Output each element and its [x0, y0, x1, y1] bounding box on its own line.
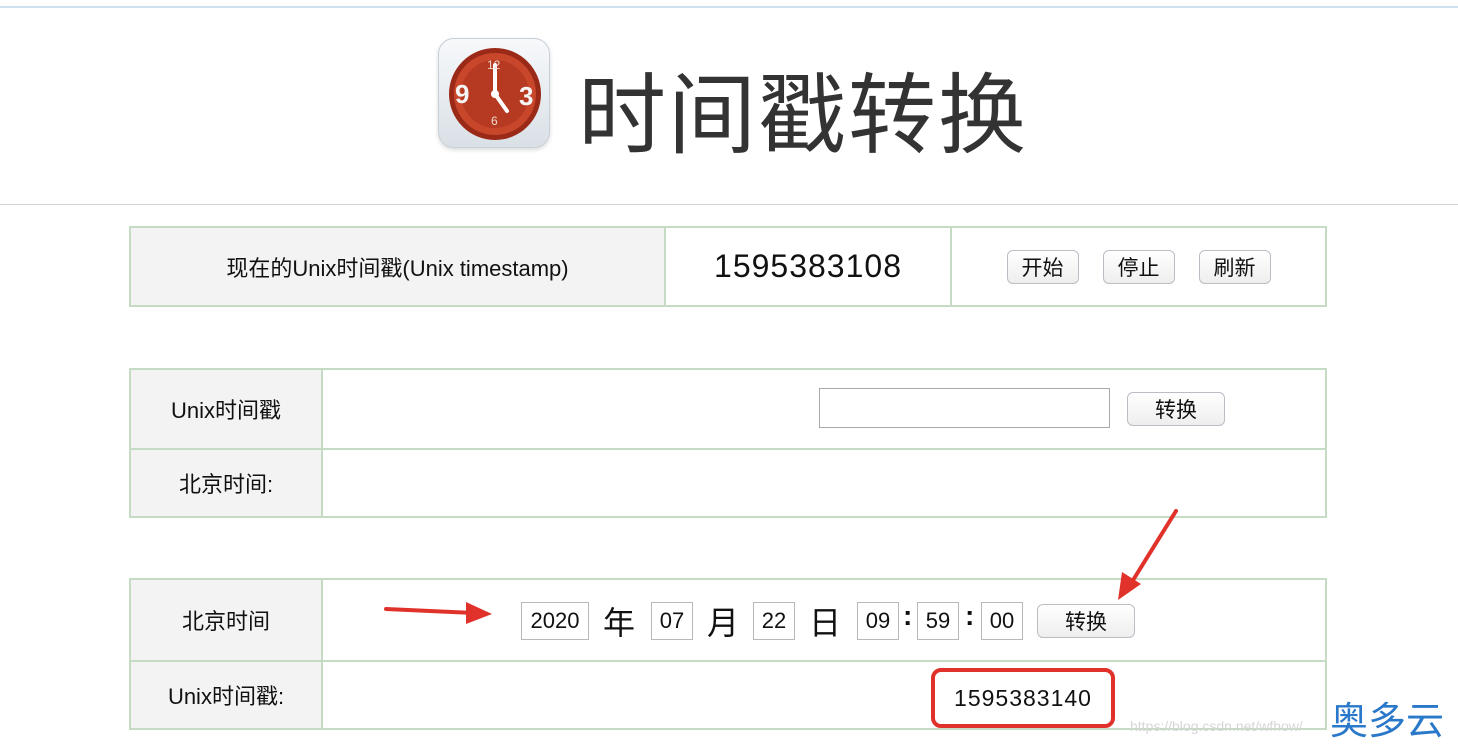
year-field[interactable]: 2020 — [521, 602, 589, 640]
day-field[interactable]: 22 — [753, 602, 795, 640]
start-button[interactable]: 开始 — [1006, 249, 1079, 284]
watermark-text: https://blog.csdn.net/wfhow/ — [1130, 718, 1303, 734]
svg-text:12: 12 — [487, 58, 501, 72]
minute-second-separator: : — [965, 600, 975, 631]
clock-logo: 9 3 12 6 — [438, 38, 550, 148]
datetime-input-row: 北京时间 2020 年 07 月 22 日 09 : 59 : 00 转换 — [131, 580, 1325, 662]
timestamp-controls: 开始 停止 刷新 — [952, 228, 1325, 305]
datetime-fields: 2020 年 07 月 22 日 09 : 59 : 00 转换 — [325, 580, 1325, 660]
unix-result-label: Unix时间戳: — [131, 662, 323, 728]
day-unit: 日 — [809, 604, 842, 642]
current-timestamp-label: 现在的Unix时间戳(Unix timestamp) — [131, 228, 666, 305]
brand-logo: 奥多云 — [1330, 699, 1445, 743]
beijing-result-row: 北京时间: — [131, 450, 1325, 516]
minute-field[interactable]: 59 — [917, 602, 959, 640]
beijing-time-label: 北京时间: — [131, 450, 323, 516]
hour-field[interactable]: 09 — [857, 602, 899, 640]
unix-convert-button[interactable]: 转换 — [1127, 392, 1225, 426]
beijing-time-input-label: 北京时间 — [131, 580, 323, 660]
stop-button[interactable]: 停止 — [1102, 249, 1175, 284]
unix-timestamp-label: Unix时间戳 — [131, 370, 323, 448]
month-field[interactable]: 07 — [651, 602, 693, 640]
unix-result-value: 1595383140 — [954, 684, 1092, 711]
second-field[interactable]: 00 — [981, 602, 1023, 640]
year-unit: 年 — [603, 604, 636, 642]
unix-input-cell: 转换 — [325, 370, 1325, 448]
datetime-convert-button[interactable]: 转换 — [1037, 604, 1135, 638]
current-timestamp-panel: 现在的Unix时间戳(Unix timestamp) 1595383108 开始… — [129, 226, 1327, 307]
month-unit: 月 — [707, 604, 740, 642]
hour-minute-separator: : — [903, 600, 913, 631]
refresh-button[interactable]: 刷新 — [1198, 249, 1271, 284]
svg-text:6: 6 — [491, 114, 498, 128]
unix-input-row: Unix时间戳 转换 — [131, 370, 1325, 450]
beijing-time-result — [325, 450, 1325, 516]
current-timestamp-value: 1595383108 — [666, 228, 952, 305]
unix-timestamp-input[interactable] — [819, 388, 1110, 428]
svg-text:9: 9 — [455, 79, 469, 109]
page-title: 时间戳转换 — [578, 64, 1029, 167]
unix-to-beijing-panel: Unix时间戳 转换 北京时间: — [129, 368, 1327, 518]
svg-text:3: 3 — [519, 81, 533, 111]
clock-icon: 9 3 12 6 — [449, 48, 541, 140]
top-divider — [0, 6, 1458, 8]
header-divider — [0, 204, 1458, 205]
beijing-to-unix-panel: 北京时间 2020 年 07 月 22 日 09 : 59 : 00 转换 Un… — [129, 578, 1327, 730]
